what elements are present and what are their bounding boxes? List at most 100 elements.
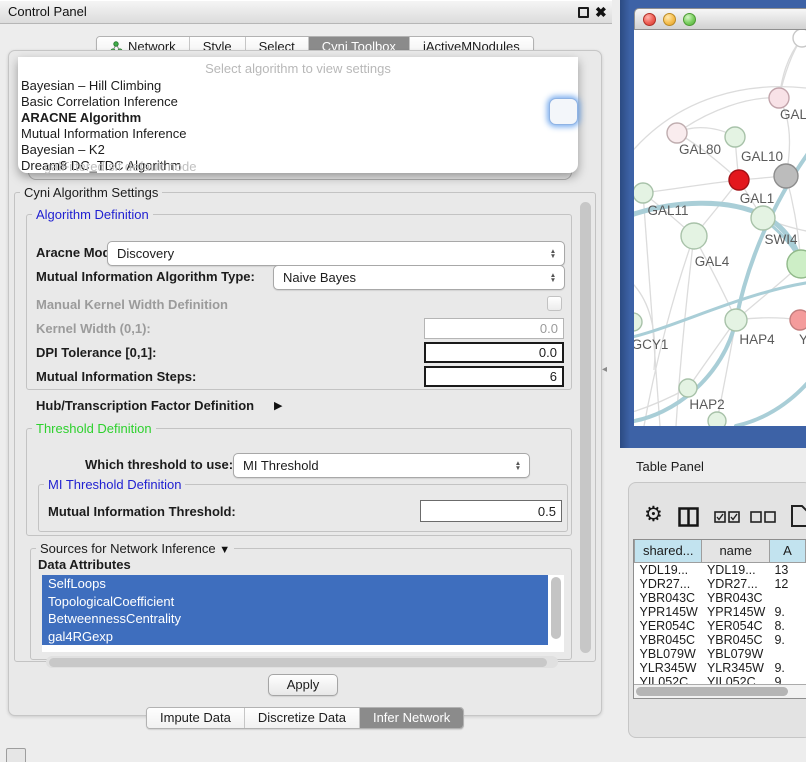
attribute-item[interactable]: BetweennessCentrality [42,610,548,628]
column-header-2[interactable]: name [702,540,769,562]
kernel-width-input[interactable] [424,318,564,339]
document-icon[interactable] [790,504,806,528]
algorithm-combo-focus-ring [549,98,578,125]
table-cell: YBL079W [635,647,702,661]
tab-infer-network[interactable]: Infer Network [360,708,463,728]
table-row[interactable]: YER054CYER054C8. [635,619,806,633]
table-cell [769,647,805,661]
stepper-arrows-icon: ▲▼ [510,461,526,471]
sources-title: Sources for Network Inference ▼ [36,541,234,558]
network-node-swi4[interactable] [751,206,775,230]
deselect-checkboxes-icon[interactable] [750,511,776,523]
network-node-gal11[interactable] [634,183,653,203]
network-node-hap4[interactable] [725,309,747,331]
aracne-mode-select[interactable]: Discovery ▲▼ [107,241,565,266]
network-node-gal1[interactable] [729,170,749,190]
expand-arrow-icon[interactable]: ▶ [274,398,282,414]
node-label: SWI4 [764,232,797,247]
network-edge[interactable] [643,180,739,193]
which-threshold-label: Which threshold to use: [85,457,233,473]
table-row[interactable]: YPR145WYPR145W9. [635,605,806,619]
algorithm-option[interactable]: Bayesian – K2 [18,142,578,158]
column-header-1[interactable]: shared... [635,540,702,562]
table-hscrollbar[interactable] [634,684,806,698]
network-node[interactable] [708,412,726,426]
table-row[interactable]: YBL079WYBL079W [635,647,806,661]
stepper-arrows-icon: ▲▼ [545,273,561,283]
algorithm-option[interactable]: Bayesian – Hill Climbing [18,78,578,94]
mi-type-select[interactable]: Naive Bayes ▲▼ [273,265,565,290]
data-attributes-label: Data Attributes [38,557,131,573]
mi-threshold-input[interactable] [420,500,562,522]
apply-button[interactable]: Apply [268,674,338,696]
network-edge-thick[interactable] [736,378,806,426]
splitpane-collapse-icon[interactable]: ◂ [602,364,607,375]
network-edge-thick[interactable] [634,282,806,338]
table-cell: YLR345W [635,661,702,675]
algorithm-dropdown-popup: Select algorithm to view settings Bayesi… [18,57,578,173]
table-cell: 9. [769,633,805,647]
network-node[interactable] [793,30,806,47]
tab-discretize-data[interactable]: Discretize Data [245,708,360,728]
table-row[interactable]: YBR043CYBR043C [635,591,806,605]
close-panel-icon[interactable]: ✖ [595,1,607,23]
network-node[interactable] [774,164,798,188]
cyni-settings-title: Cyni Algorithm Settings [20,185,162,200]
close-window-icon[interactable] [643,13,656,26]
data-attributes-list[interactable]: SelfLoopsTopologicalCoefficientBetweenne… [42,575,564,652]
node-label: Y [799,332,806,347]
manual-kernel-checkbox[interactable] [547,296,562,311]
network-node-y[interactable] [790,310,806,330]
mi-threshold-label: Mutual Information Threshold: [48,504,236,520]
node-table[interactable]: shared...nameA YDL19...YDL19...13YDR27..… [633,539,806,699]
table-row[interactable]: YBR045CYBR045C9. [635,633,806,647]
network-node-gal80[interactable] [667,123,687,143]
algorithm-option[interactable]: Basic Correlation Inference [18,94,578,110]
table-row[interactable]: YDL19...YDL19...13 [635,562,806,577]
zoom-window-icon[interactable] [683,13,696,26]
kernel-width-label: Kernel Width (0,1): [36,321,151,337]
attribute-item[interactable]: SelfLoops [42,575,548,593]
network-node-gal7[interactable] [769,88,789,108]
settings-scrollbar[interactable] [580,202,591,653]
network-node-hap2[interactable] [679,379,697,397]
attribute-item[interactable]: gal4RGexp [42,628,548,646]
collapse-arrow-icon[interactable]: ▼ [219,543,230,558]
table-hscroll-thumb[interactable] [636,687,788,696]
network-node-gcy1[interactable] [634,313,642,331]
network-edge[interactable] [643,193,660,426]
table-cell: YPR145W [702,605,769,619]
network-node-gal10[interactable] [725,127,745,147]
dpi-tolerance-input[interactable] [424,342,564,363]
table-row[interactable]: YDR27...YDR27...12 [635,577,806,591]
which-threshold-select[interactable]: MI Threshold ▲▼ [233,453,530,478]
table-cell [769,591,805,605]
network-edge[interactable] [688,320,736,388]
attributes-vscrollbar[interactable] [551,577,561,639]
algorithm-option[interactable]: ARACNE Algorithm [18,110,578,126]
attribute-item[interactable]: TopologicalCoefficient [42,593,548,611]
which-threshold-value: MI Threshold [234,458,510,473]
threshold-definition-title: Threshold Definition [32,421,156,436]
minimized-panel-button[interactable] [6,748,26,762]
float-panel-icon[interactable] [578,7,589,18]
network-canvas[interactable]: GAL7GAL80GAL10GAL1GAL11SWI4GAL4GCY1HAP4Y… [634,30,806,426]
algorithm-option[interactable]: Mutual Information Inference [18,126,578,142]
attributes-hscrollbar[interactable] [46,656,558,668]
column-browser-icon[interactable] [678,507,699,527]
minimize-window-icon[interactable] [663,13,676,26]
mi-steps-input[interactable] [424,366,564,387]
gear-icon[interactable]: ⚙ [644,503,663,527]
node-label: HAP4 [739,332,775,347]
select-all-checkboxes-icon[interactable] [714,511,740,523]
network-window-titlebar[interactable] [634,8,806,30]
stepper-arrows-icon: ▲▼ [545,249,561,259]
node-label: HAP2 [689,397,724,412]
column-header-3[interactable]: A [769,540,805,562]
app-window: Control Panel ✖ NetworkStyleSelectCyni T… [0,0,806,762]
table-row[interactable]: YLR345WYLR345W9. [635,661,806,675]
attributes-hscroll-thumb[interactable] [49,658,547,667]
data-table-select-value: galFiltered.sif default node [44,159,196,174]
network-node-gal4[interactable] [681,223,707,249]
tab-impute-data[interactable]: Impute Data [147,708,245,728]
